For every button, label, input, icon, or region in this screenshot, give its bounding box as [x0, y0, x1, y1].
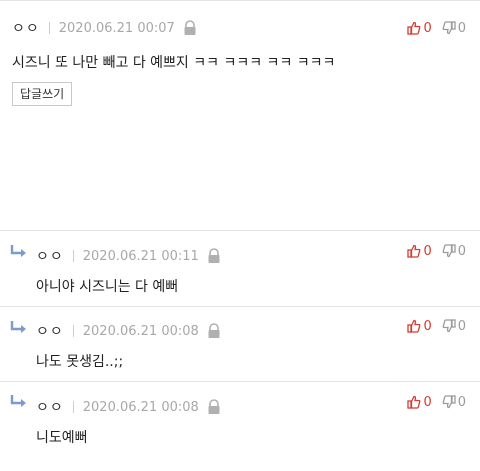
meta-separator — [48, 22, 50, 34]
reply-text: 나도 못생김..;; — [36, 354, 124, 370]
upvote-button[interactable]: 0 — [407, 318, 432, 334]
thumbs-up-icon — [407, 244, 421, 258]
reply-text: 아니야 시즈니는 다 예뻐 — [36, 279, 179, 295]
thumbs-down-icon — [442, 244, 456, 258]
downvote-count: 0 — [457, 394, 466, 410]
thumbs-up-icon — [407, 395, 421, 409]
upvote-count: 0 — [423, 243, 432, 259]
author-nick[interactable]: ㅇㅇ — [12, 18, 40, 38]
write-reply-button[interactable]: 답글쓰기 — [12, 82, 73, 106]
comment-divider — [0, 306, 480, 307]
thumbs-up-icon — [407, 319, 421, 333]
comment-divider — [0, 230, 480, 231]
reply-arrow-icon — [10, 321, 26, 333]
comment-date: 2020.06.21 00:11 — [82, 248, 199, 264]
vote-group: 0 0 — [397, 392, 466, 412]
reply-arrow-icon — [10, 395, 26, 407]
comment-meta: ㅇㅇ 2020.06.21 00:07 — [12, 18, 197, 38]
downvote-count: 0 — [457, 318, 466, 334]
comment-date: 2020.06.21 00:08 — [82, 323, 199, 339]
downvote-button[interactable]: 0 — [442, 244, 466, 259]
upvote-count: 0 — [423, 394, 432, 410]
downvote-button[interactable]: 0 — [442, 395, 466, 410]
reply-text: 니도예뻐 — [36, 430, 88, 446]
reply-meta: ㅇㅇ 2020.06.21 00:08 — [36, 321, 221, 341]
comment-date: 2020.06.21 00:07 — [58, 20, 175, 36]
lock-icon — [207, 399, 221, 415]
downvote-count: 0 — [457, 20, 466, 36]
author-nick[interactable]: ㅇㅇ — [36, 246, 64, 266]
reply-meta: ㅇㅇ 2020.06.21 00:11 — [36, 246, 221, 266]
comment-divider — [0, 381, 480, 382]
thumbs-down-icon — [442, 319, 456, 333]
author-nick[interactable]: ㅇㅇ — [36, 321, 64, 341]
top-divider — [0, 0, 480, 1]
author-nick[interactable]: ㅇㅇ — [36, 397, 64, 417]
downvote-button[interactable]: 0 — [442, 21, 466, 36]
lock-icon — [207, 248, 221, 264]
lock-icon — [207, 323, 221, 339]
upvote-count: 0 — [423, 20, 432, 36]
meta-separator — [72, 250, 74, 262]
vote-group: 0 0 — [397, 18, 466, 38]
upvote-button[interactable]: 0 — [407, 243, 432, 259]
vote-group: 0 0 — [397, 241, 466, 261]
upvote-button[interactable]: 0 — [407, 394, 432, 410]
thumbs-down-icon — [442, 21, 456, 35]
lock-icon — [183, 20, 197, 36]
upvote-count: 0 — [423, 318, 432, 334]
thumbs-down-icon — [442, 395, 456, 409]
comment-text: 시즈니 또 나만 빼고 다 예쁘지 ㅋㅋ ㅋㅋㅋ ㅋㅋ ㅋㅋㅋ — [12, 55, 336, 71]
meta-separator — [72, 401, 74, 413]
thumbs-up-icon — [407, 21, 421, 35]
comment-date: 2020.06.21 00:08 — [82, 399, 199, 415]
reply-arrow-icon — [10, 245, 26, 257]
meta-separator — [72, 325, 74, 337]
upvote-button[interactable]: 0 — [407, 20, 432, 36]
reply-meta: ㅇㅇ 2020.06.21 00:08 — [36, 397, 221, 417]
vote-group: 0 0 — [397, 316, 466, 336]
downvote-button[interactable]: 0 — [442, 319, 466, 334]
downvote-count: 0 — [457, 243, 466, 259]
